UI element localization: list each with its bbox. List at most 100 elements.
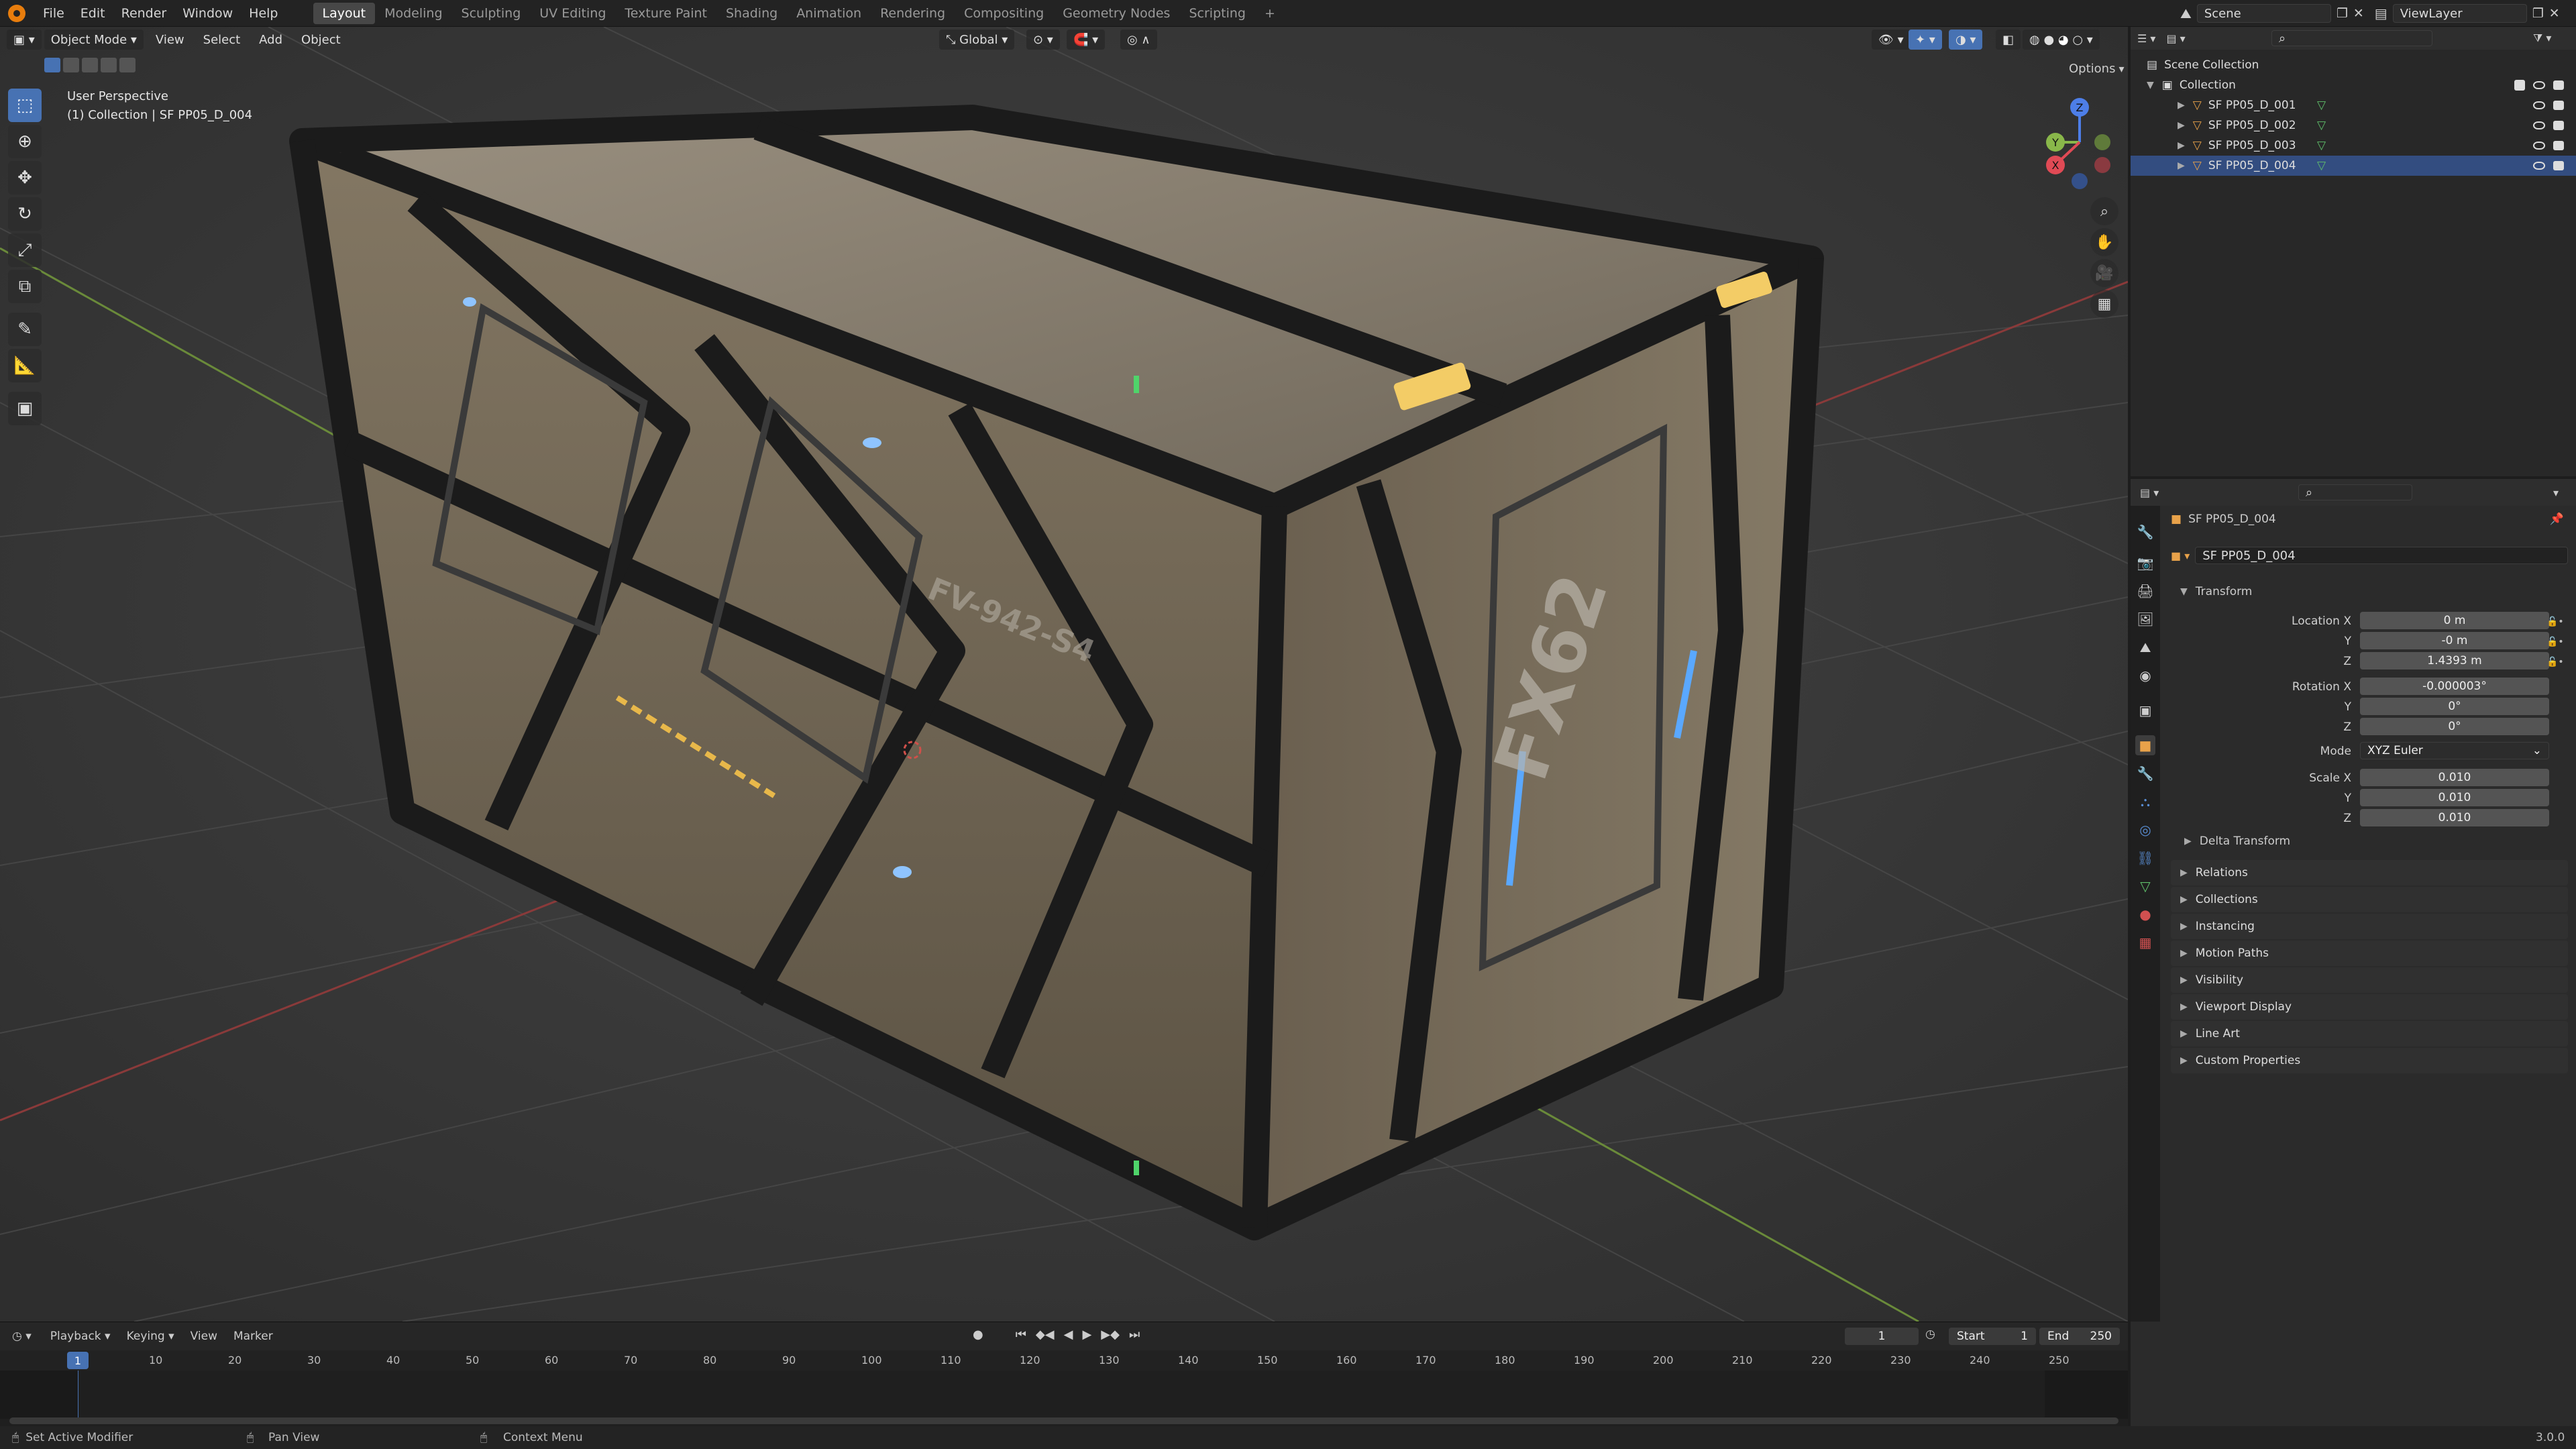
- scene-collection-row[interactable]: ▤ Scene Collection: [2131, 55, 2576, 75]
- render-camera-icon[interactable]: [2553, 141, 2564, 150]
- panel-custom-properties[interactable]: ▶ Custom Properties: [2171, 1048, 2568, 1073]
- tab-geometry-nodes[interactable]: Geometry Nodes: [1053, 3, 1179, 24]
- particles-tab-icon[interactable]: ⛬: [2135, 792, 2155, 812]
- select-intersect-icon[interactable]: [119, 58, 136, 72]
- scene-icon[interactable]: ⛰: [2180, 5, 2192, 21]
- rotation-y-field[interactable]: 0°: [2360, 698, 2549, 715]
- cursor-tool[interactable]: ⊕: [8, 125, 42, 158]
- new-scene-icon[interactable]: ❐: [2337, 6, 2348, 21]
- pivot-point-icon[interactable]: ⊙ ▾: [1026, 30, 1060, 50]
- visibility-filter-icon[interactable]: 👁 ▾: [1872, 30, 1911, 50]
- scale-y-field[interactable]: 0.010: [2360, 789, 2549, 806]
- start-frame-field[interactable]: Start 1: [1949, 1328, 2036, 1345]
- snap-icon[interactable]: 🧲 ▾: [1067, 30, 1106, 50]
- navigation-gizmo[interactable]: Z Y X: [2033, 89, 2127, 203]
- panel-visibility[interactable]: ▶ Visibility: [2171, 967, 2568, 993]
- visibility-eye-icon[interactable]: [2533, 101, 2545, 109]
- rotation-z-field[interactable]: 0°: [2360, 718, 2549, 735]
- rotation-mode-select[interactable]: XYZ Euler ⌄: [2360, 742, 2549, 759]
- view-layer-tab-icon[interactable]: 🖼: [2135, 609, 2155, 629]
- tab-uv-editing[interactable]: UV Editing: [530, 3, 615, 24]
- outliner-item-selected[interactable]: ▶ ▽ SF PP05_D_004 ▽: [2131, 156, 2576, 176]
- options-button[interactable]: Options ▾: [2069, 62, 2125, 76]
- transform-orientation-selector[interactable]: ⤡ Global ▾: [939, 30, 1015, 50]
- render-camera-icon[interactable]: [2553, 80, 2564, 90]
- mode-selector[interactable]: Object Mode ▾: [44, 30, 144, 50]
- scale-x-field[interactable]: 0.010: [2360, 769, 2549, 786]
- delta-transform-subpanel[interactable]: ▶ Delta Transform: [2184, 835, 2290, 848]
- mesh-data-tab-icon[interactable]: ▽: [2135, 876, 2155, 896]
- blender-logo-icon[interactable]: [8, 4, 25, 22]
- rotation-x-field[interactable]: -0.000003°: [2360, 678, 2549, 695]
- render-tab-icon[interactable]: 📷: [2135, 553, 2155, 573]
- wireframe-shading-icon[interactable]: ◍: [2029, 33, 2040, 47]
- menu-file[interactable]: File: [35, 6, 72, 21]
- menu-add[interactable]: Add: [250, 33, 292, 47]
- play-reverse-icon[interactable]: ◀: [1064, 1328, 1073, 1342]
- select-new-icon[interactable]: [44, 58, 60, 72]
- camera-view-icon[interactable]: 🎥: [2090, 259, 2118, 287]
- physics-tab-icon[interactable]: ◎: [2135, 820, 2155, 840]
- menu-render[interactable]: Render: [113, 6, 175, 21]
- outliner-item[interactable]: ▶ ▽ SF PP05_D_003 ▽: [2131, 136, 2576, 156]
- menu-keying[interactable]: Keying ▾: [119, 1330, 182, 1343]
- shading-modes[interactable]: ◍ ● ◕ ○ ▾: [2023, 30, 2100, 50]
- constraints-tab-icon[interactable]: ⛓: [2135, 848, 2155, 868]
- display-mode-icon[interactable]: ▤ ▾: [2166, 32, 2185, 45]
- measure-tool[interactable]: 📐: [8, 349, 42, 382]
- properties-editor-icon[interactable]: ▤ ▾: [2140, 486, 2159, 499]
- play-icon[interactable]: ▶: [1082, 1328, 1091, 1342]
- transform-panel-header[interactable]: ▼ Transform: [2171, 580, 2568, 604]
- panel-viewport-display[interactable]: ▶ Viewport Display: [2171, 994, 2568, 1020]
- material-tab-icon[interactable]: ●: [2135, 904, 2155, 924]
- world-tab-icon[interactable]: ◉: [2135, 665, 2155, 686]
- location-x-field[interactable]: 0 m: [2360, 612, 2549, 629]
- mesh-data-icon[interactable]: ▽: [2317, 119, 2326, 132]
- add-cube-tool[interactable]: ▣: [8, 392, 42, 425]
- current-frame-field[interactable]: 1: [1845, 1328, 1919, 1345]
- expand-icon[interactable]: ▶: [2178, 100, 2185, 111]
- tab-rendering[interactable]: Rendering: [871, 3, 955, 24]
- tab-texture-paint[interactable]: Texture Paint: [615, 3, 716, 24]
- new-viewlayer-icon[interactable]: ❐: [2532, 6, 2544, 21]
- lock-icon[interactable]: 🔓•: [2546, 652, 2573, 672]
- delete-scene-icon[interactable]: ✕: [2353, 6, 2364, 21]
- menu-playback[interactable]: Playback ▾: [42, 1330, 119, 1343]
- scale-z-field[interactable]: 0.010: [2360, 809, 2549, 826]
- panel-instancing[interactable]: ▶ Instancing: [2171, 914, 2568, 939]
- tab-compositing[interactable]: Compositing: [955, 3, 1053, 24]
- timeline-editor-icon[interactable]: ◷ ▾: [12, 1330, 32, 1343]
- outliner-item[interactable]: ▶ ▽ SF PP05_D_002 ▽: [2131, 115, 2576, 136]
- delete-viewlayer-icon[interactable]: ✕: [2549, 6, 2560, 21]
- tab-sculpting[interactable]: Sculpting: [452, 3, 531, 24]
- menu-view[interactable]: View: [182, 1330, 225, 1343]
- panel-motion-paths[interactable]: ▶ Motion Paths: [2171, 941, 2568, 966]
- tool-tab-icon[interactable]: 🔧: [2135, 522, 2155, 542]
- location-y-field[interactable]: -0 m: [2360, 632, 2549, 649]
- gizmo-toggle-icon[interactable]: ✦ ▾: [1909, 30, 1942, 50]
- pan-hand-icon[interactable]: ✋: [2090, 228, 2118, 256]
- select-extend-icon[interactable]: [63, 58, 79, 72]
- panel-relations[interactable]: ▶ Relations: [2171, 860, 2568, 885]
- viewlayer-selector[interactable]: ViewLayer: [2392, 4, 2527, 23]
- menu-object[interactable]: Object: [292, 33, 350, 47]
- record-icon[interactable]: ●: [973, 1328, 983, 1342]
- end-frame-field[interactable]: End 250: [2039, 1328, 2120, 1345]
- transform-tool[interactable]: ⧉: [8, 270, 42, 303]
- next-keyframe-icon[interactable]: ▶◆: [1101, 1328, 1120, 1342]
- object-name-input[interactable]: SF PP05_D_004: [2195, 547, 2568, 564]
- menu-marker[interactable]: Marker: [225, 1330, 281, 1343]
- properties-options-icon[interactable]: ▾: [2553, 486, 2559, 499]
- tab-shading[interactable]: Shading: [716, 3, 787, 24]
- collection-row[interactable]: ▼ ▣ Collection: [2131, 75, 2576, 95]
- render-camera-icon[interactable]: [2553, 121, 2564, 130]
- jump-end-icon[interactable]: ⏭: [1129, 1328, 1140, 1342]
- add-workspace-button[interactable]: +: [1255, 3, 1285, 24]
- tab-modeling[interactable]: Modeling: [375, 3, 451, 24]
- tab-layout[interactable]: Layout: [313, 2, 376, 24]
- ortho-grid-icon[interactable]: ▦: [2090, 290, 2118, 318]
- panel-collections[interactable]: ▶ Collections: [2171, 887, 2568, 912]
- visibility-eye-icon[interactable]: [2533, 121, 2545, 129]
- tab-animation[interactable]: Animation: [787, 3, 871, 24]
- menu-view[interactable]: View: [146, 33, 194, 47]
